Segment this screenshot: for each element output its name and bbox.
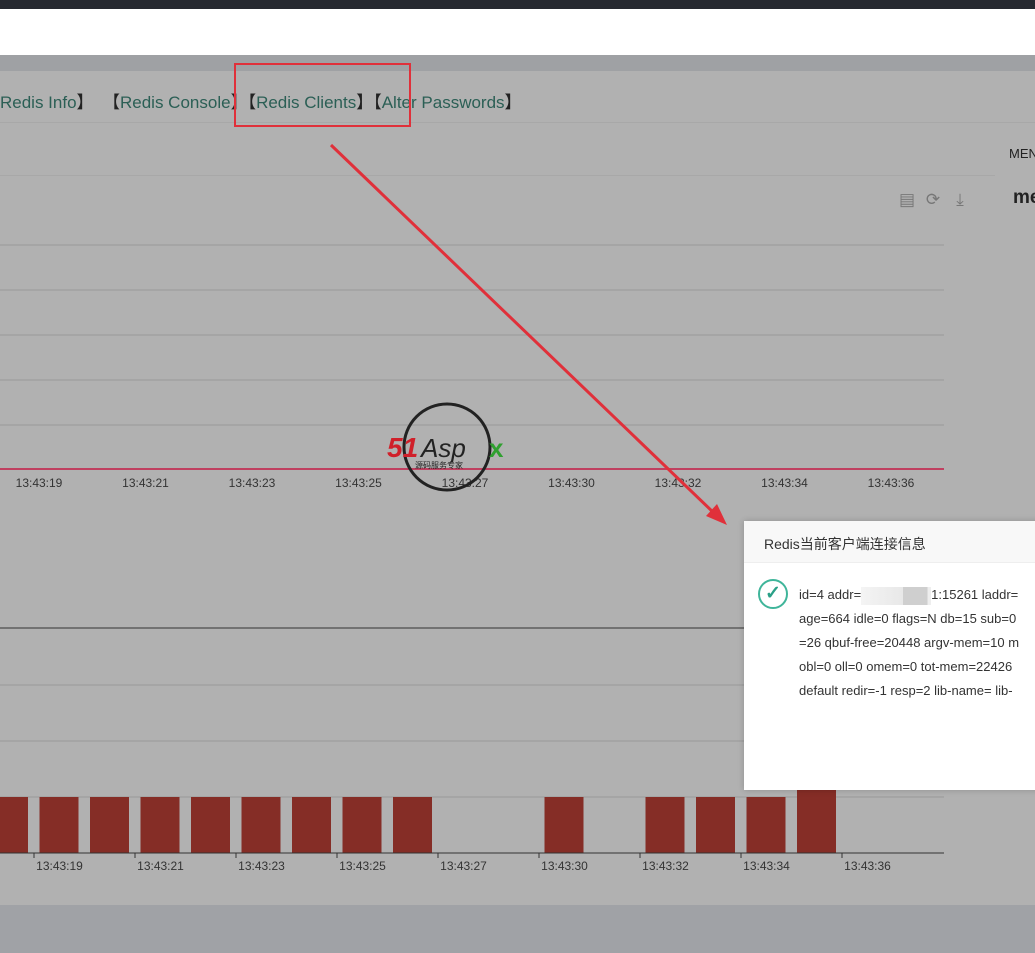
x-tick-label: 13:43:36 — [868, 476, 915, 490]
x-tick-label: 13:43:19 — [36, 859, 83, 873]
x-tick-label: 13:43:25 — [335, 476, 382, 490]
bar — [746, 797, 786, 853]
svg-text:x: x — [489, 433, 504, 463]
client-line: obl=0 oll=0 omem=0 tot-mem=22426 — [799, 659, 1013, 674]
client-info-dialog: Redis当前客户端连接信息 ✓ id=4 addr= 1:15261 laddr… — [744, 521, 1035, 790]
x-tick-label: 13:43:34 — [743, 859, 790, 873]
annotation-highlight-box — [234, 63, 411, 127]
bar — [292, 797, 331, 853]
x-tick-label: 13:43:27 — [440, 859, 487, 873]
charts: 13:43:19 13:43:21 13:43:23 13:43:25 13:43:27… — [0, 244, 944, 873]
x-tick-label: 13:43:32 — [642, 859, 689, 873]
dialog-content: id=4 addr= 1:15261 laddr= age=664 idle=0 … — [799, 583, 1035, 703]
svg-text:51: 51 — [387, 432, 418, 463]
success-check-icon: ✓ — [758, 579, 788, 609]
x-tick-label: 13:43:32 — [655, 476, 702, 490]
client-line: =26 qbuf-free=20448 argv-mem=10 m — [799, 635, 1020, 650]
watermark-logo: 51 Asp x 源码服务专家 — [387, 402, 504, 492]
x-tick-label: 13:43:23 — [238, 859, 285, 873]
x-tick-label: 13:43:30 — [548, 476, 595, 490]
client-line: id=4 addr= — [799, 587, 862, 602]
bar — [39, 797, 79, 853]
bar — [140, 797, 180, 853]
x-tick-label: 13:43:25 — [339, 859, 386, 873]
x-tick-label: 13:43:23 — [229, 476, 276, 490]
x-tick-label: 13:43:21 — [122, 476, 169, 490]
bar — [0, 797, 28, 853]
svg-text:源码服务专家: 源码服务专家 — [415, 460, 463, 470]
bar — [342, 797, 382, 853]
dialog-title: Redis当前客户端连接信息 — [744, 521, 1035, 563]
x-tick-label: 13:43:21 — [137, 859, 184, 873]
bar — [241, 797, 281, 853]
x-tick-label: 13:43:19 — [16, 476, 63, 490]
client-line: 1:15261 laddr= — [931, 587, 1019, 602]
client-line: default redir=-1 resp=2 lib-name= lib- — [799, 683, 1013, 698]
footer-bar — [0, 905, 1035, 953]
svg-text:Asp: Asp — [419, 433, 466, 463]
client-line: age=664 idle=0 flags=N db=15 sub=0 — [799, 611, 1017, 626]
bar — [90, 797, 129, 853]
bar — [544, 797, 584, 853]
redacted-address — [861, 586, 932, 605]
bar — [393, 797, 432, 853]
x-tick-label: 13:43:34 — [761, 476, 808, 490]
bar — [191, 797, 230, 853]
x-tick-label: 13:43:30 — [541, 859, 588, 873]
bar — [645, 797, 685, 853]
x-tick-label: 13:43:36 — [844, 859, 891, 873]
bar — [696, 797, 735, 853]
